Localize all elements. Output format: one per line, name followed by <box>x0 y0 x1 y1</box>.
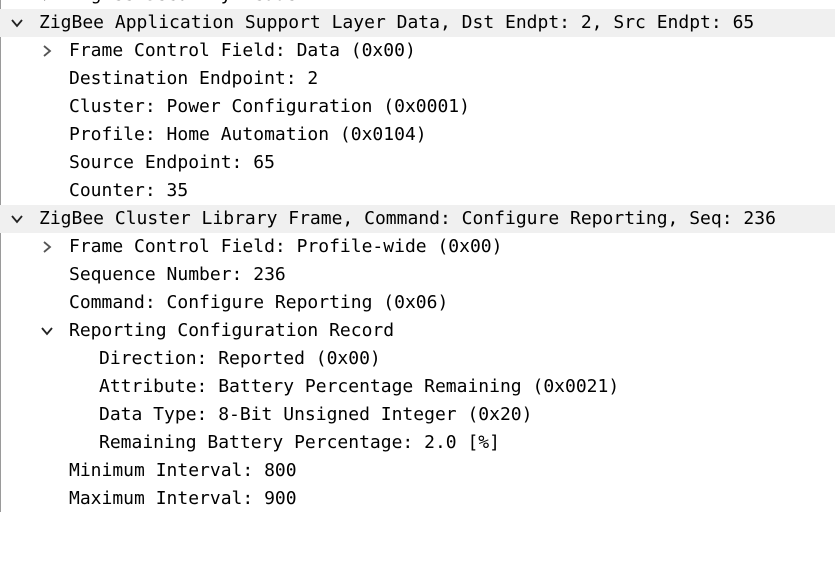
tree-row-cluster[interactable]: Cluster: Power Configuration (0x0001) <box>0 93 835 121</box>
tree-row-reporting-configuration-record[interactable]: Reporting Configuration Record <box>0 317 835 345</box>
tree-row-attribute[interactable]: Attribute: Battery Percentage Remaining … <box>0 373 835 401</box>
tree-row-label: Frame Control Field: Data (0x00) <box>69 40 416 61</box>
tree-row-label: Reporting Configuration Record <box>69 320 395 341</box>
tree-row-command[interactable]: Command: Configure Reporting (0x06) <box>0 289 835 317</box>
tree-row-minimum-interval[interactable]: Minimum Interval: 800 <box>0 457 835 485</box>
tree-row-remaining-battery-percentage[interactable]: Remaining Battery Percentage: 2.0 [%] <box>0 429 835 457</box>
tree-row-zigbee-security-header[interactable]: ZigBee Security Header <box>0 0 835 9</box>
chevron-down-icon[interactable] <box>8 205 26 233</box>
tree-row-label: Source Endpoint: 65 <box>69 152 275 173</box>
chevron-right-icon[interactable] <box>38 0 56 9</box>
tree-row-sequence-number[interactable]: Sequence Number: 236 <box>0 261 835 289</box>
tree-row-destination-endpoint[interactable]: Destination Endpoint: 2 <box>0 65 835 93</box>
tree-row-data-type[interactable]: Data Type: 8-Bit Unsigned Integer (0x20) <box>0 401 835 429</box>
tree-row-counter[interactable]: Counter: 35 <box>0 177 835 205</box>
tree-row-label: Maximum Interval: 900 <box>69 488 297 509</box>
tree-row-maximum-interval[interactable]: Maximum Interval: 900 <box>0 485 835 513</box>
tree-row-label: ZigBee Application Support Layer Data, D… <box>39 12 755 33</box>
tree-row-profile[interactable]: Profile: Home Automation (0x0104) <box>0 121 835 149</box>
tree-row-label: ZigBee Security Header <box>69 0 307 9</box>
tree-row-label: Command: Configure Reporting (0x06) <box>69 292 449 313</box>
tree-row-label: Profile: Home Automation (0x0104) <box>69 124 427 145</box>
tree-row-label: Data Type: 8-Bit Unsigned Integer (0x20) <box>99 404 533 425</box>
tree-row-label: ZigBee Cluster Library Frame, Command: C… <box>39 208 776 229</box>
chevron-down-icon[interactable] <box>8 9 26 37</box>
tree-row-label: Direction: Reported (0x00) <box>99 348 381 369</box>
tree-row-label: Minimum Interval: 800 <box>69 460 297 481</box>
chevron-right-icon[interactable] <box>38 37 56 65</box>
tree-row-frame-control-field[interactable]: Frame Control Field: Data (0x00) <box>0 37 835 65</box>
tree-row-zigbee-aps-layer[interactable]: ZigBee Application Support Layer Data, D… <box>0 9 835 37</box>
chevron-down-icon[interactable] <box>38 317 56 345</box>
tree-row-label: Cluster: Power Configuration (0x0001) <box>69 96 470 117</box>
tree-row-zigbee-cluster-library-frame[interactable]: ZigBee Cluster Library Frame, Command: C… <box>0 205 835 233</box>
tree-row-label: Destination Endpoint: 2 <box>69 68 319 89</box>
chevron-right-icon[interactable] <box>38 233 56 261</box>
tree-row-direction[interactable]: Direction: Reported (0x00) <box>0 345 835 373</box>
tree-row-label: Counter: 35 <box>69 180 189 201</box>
tree-row-label: Frame Control Field: Profile-wide (0x00) <box>69 236 503 257</box>
tree-row-source-endpoint[interactable]: Source Endpoint: 65 <box>0 149 835 177</box>
tree-row-frame-control-field-profile-wide[interactable]: Frame Control Field: Profile-wide (0x00) <box>0 233 835 261</box>
packet-details-tree: ZigBee Security Header ZigBee Applicatio… <box>0 0 835 513</box>
tree-row-label: Remaining Battery Percentage: 2.0 [%] <box>99 432 500 453</box>
tree-row-label: Attribute: Battery Percentage Remaining … <box>99 376 620 397</box>
tree-row-label: Sequence Number: 236 <box>69 264 286 285</box>
